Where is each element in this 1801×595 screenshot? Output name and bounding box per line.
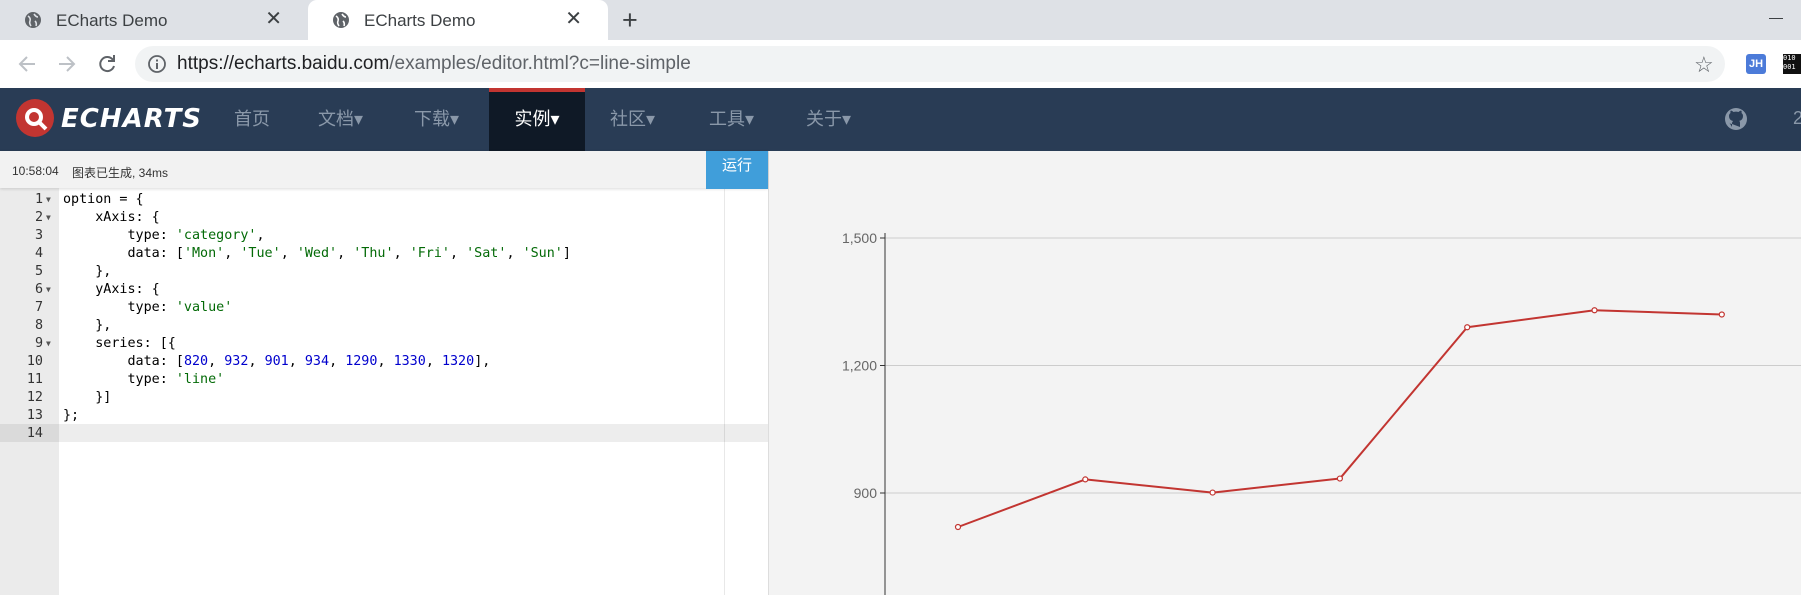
reload-icon[interactable]	[95, 52, 119, 76]
site-info-icon[interactable]	[147, 54, 167, 74]
line-number: 11	[26, 372, 43, 387]
code-line: 6 ▼ yAxis: {	[0, 281, 768, 299]
nav-item-home[interactable]: 首页	[234, 88, 270, 151]
status-message: 图表已生成, 34ms	[72, 166, 169, 180]
url-text[interactable]: https://echarts.baidu.com/examples/edito…	[177, 53, 691, 75]
code-line: 8 },	[0, 317, 768, 335]
line-number: 9	[34, 336, 43, 351]
nav-item-community[interactable]: 社区▾	[610, 88, 655, 151]
echarts-navbar: ECHARTS 首页 文档▾ 下载▾ 实例▾ 社区▾ 工具▾ 关于▾ 2	[0, 88, 1801, 151]
chart-preview-panel: 900 1,200 1,500	[769, 151, 1801, 595]
code-line: 13};	[0, 407, 768, 425]
code-line: 14	[0, 425, 768, 443]
browser-tab-active[interactable]: ECharts Demo ✕	[308, 0, 608, 40]
nav-item-about[interactable]: 关于▾	[806, 88, 851, 151]
line-number: 5	[34, 264, 43, 279]
nav-item-download[interactable]: 下载▾	[414, 88, 459, 151]
new-tab-button[interactable]: +	[622, 6, 638, 34]
fold-arrow-icon[interactable]: ▼	[46, 281, 51, 299]
code-line: 2 ▼ xAxis: {	[0, 209, 768, 227]
line-number: 14	[26, 426, 43, 441]
fold-arrow-icon[interactable]: ▼	[46, 191, 51, 209]
data-point	[1336, 475, 1344, 482]
browser-tab[interactable]: ECharts Demo ✕	[0, 0, 308, 40]
code-editor-panel: 10:58:04 图表已生成, 34ms 运行 1 ▼ option = { 2 ▼ …	[0, 151, 769, 595]
data-point	[1209, 489, 1216, 496]
extension-jh-icon[interactable]: JH	[1746, 54, 1766, 74]
echarts-logo-icon[interactable]	[15, 98, 55, 138]
back-arrow-icon[interactable]	[15, 52, 39, 76]
globe-icon	[333, 12, 349, 28]
echarts-logo-text[interactable]: ECHARTS	[61, 104, 202, 134]
data-point	[1591, 307, 1598, 314]
editor-status-bar: 10:58:04 图表已生成, 34ms 运行	[0, 151, 768, 189]
url-host: https://echarts.baidu.com	[177, 53, 390, 74]
fold-arrow-icon[interactable]: ▼	[46, 209, 51, 227]
line-number: 8	[34, 318, 43, 333]
code-line: 7 type: 'value'	[0, 299, 768, 317]
code-line: 11 type: 'line'	[0, 371, 768, 389]
y-tick-label: 900	[854, 485, 878, 501]
minimize-window-icon[interactable]	[1769, 18, 1783, 19]
series-line	[957, 309, 1722, 528]
line-chart: 900 1,200 1,500	[842, 230, 1801, 595]
nav-item-docs[interactable]: 文档▾	[318, 88, 363, 151]
code-line: 4 data: ['Mon', 'Tue', 'Wed', 'Thu', 'Fr…	[0, 245, 768, 263]
code-line: 12 }]	[0, 389, 768, 407]
y-tick-label: 1,500	[842, 230, 877, 246]
close-tab-icon[interactable]: ✕	[265, 9, 282, 29]
line-number: 6	[34, 282, 43, 297]
y-tick-label: 1,200	[842, 358, 877, 374]
code-line: 3 type: 'category',	[0, 227, 768, 245]
code-line: 5 },	[0, 263, 768, 281]
globe-icon	[25, 12, 41, 28]
github-icon[interactable]	[1724, 107, 1748, 131]
code-line: 9 ▼ series: [{	[0, 335, 768, 353]
data-point	[954, 523, 962, 531]
url-path: /examples/editor.html?c=line-simple	[389, 53, 691, 74]
nav-item-tools[interactable]: 工具▾	[709, 88, 754, 151]
line-number: 1	[34, 192, 43, 207]
data-point	[1464, 324, 1471, 331]
code-line: 10 data: [820, 932, 901, 934, 1290, 1330…	[0, 353, 768, 371]
line-number: 4	[34, 246, 43, 261]
status-time: 10:58:04	[12, 164, 59, 178]
nav-edge-text: 2	[1793, 108, 1801, 128]
code-area[interactable]: 1 ▼ option = { 2 ▼ xAxis: { 3 type: 'catego…	[0, 191, 768, 443]
code-line: 1 ▼ option = {	[0, 191, 768, 209]
browser-tab-strip: ECharts Demo ✕ ECharts Demo ✕ +	[0, 0, 1801, 40]
forward-arrow-icon[interactable]	[55, 52, 79, 76]
data-point	[1718, 311, 1725, 318]
extension-binary-icon[interactable]: 010 001	[1783, 54, 1801, 74]
line-number: 13	[26, 408, 43, 423]
bookmark-star-icon[interactable]: ☆	[1694, 52, 1714, 78]
data-point	[1082, 476, 1089, 483]
tab-title: ECharts Demo	[364, 11, 476, 30]
line-number: 7	[34, 300, 43, 315]
line-number: 12	[26, 390, 43, 405]
line-number: 2	[34, 210, 43, 225]
nav-item-examples[interactable]: 实例▾	[489, 88, 585, 151]
line-number: 10	[26, 354, 43, 369]
tab-title: ECharts Demo	[56, 11, 168, 30]
close-tab-icon[interactable]: ✕	[565, 9, 582, 29]
fold-arrow-icon[interactable]: ▼	[46, 335, 51, 353]
run-button[interactable]: 运行	[706, 151, 768, 189]
line-number: 3	[34, 228, 43, 243]
